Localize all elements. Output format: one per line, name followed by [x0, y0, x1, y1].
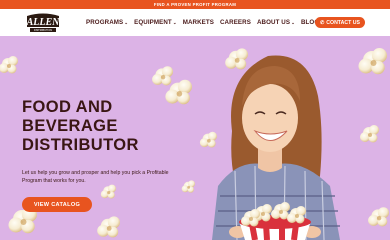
popcorn-kernel: [0, 56, 18, 74]
nav-links: PROGRAMS ⌄ EQUIPMENT ⌄ MARKETS CAREERS A…: [86, 9, 323, 36]
announcement-text[interactable]: FIND A PROVEN PROFIT PROGRAM: [154, 2, 236, 7]
chevron-down-icon: ⌄: [291, 19, 295, 25]
popcorn-kernel: [100, 184, 116, 199]
headline-line: BEVERAGE: [22, 117, 118, 135]
phone-icon: ✆: [320, 19, 325, 26]
nav-markets[interactable]: MARKETS: [183, 19, 214, 26]
headline-line: FOOD AND: [22, 98, 113, 116]
popcorn-kernel: [97, 216, 120, 238]
nav-about-us-label: ABOUT US: [256, 19, 291, 26]
hero-subtext: Let us help you grow and prosper and hel…: [22, 170, 169, 184]
chevron-down-icon: ⌄: [172, 19, 177, 25]
girl-photo: [212, 55, 340, 240]
popcorn-kernel: [358, 48, 387, 75]
nav-equipment-label: EQUIPMENT: [134, 19, 172, 26]
popcorn-kernel: [152, 66, 173, 86]
nav-programs-label: PROGRAMS: [86, 19, 124, 26]
allen-logo[interactable]: ALLEN DISTRIBUTION: [24, 12, 62, 34]
popcorn-kernel: [360, 125, 379, 143]
nav-markets-label: MARKETS: [182, 19, 214, 26]
contact-us-button[interactable]: ✆ CONTACT US: [315, 17, 365, 28]
nav-careers-label: CAREERS: [219, 19, 251, 26]
hero-headline: FOOD AND BEVERAGE DISTRIBUTOR: [22, 98, 182, 155]
popcorn-kernel: [181, 180, 195, 193]
logo-subtext: DISTRIBUTION: [34, 28, 52, 32]
announcement-bar[interactable]: FIND A PROVEN PROFIT PROGRAM: [0, 0, 390, 9]
chevron-down-icon: ⌄: [124, 19, 129, 25]
popcorn-kernel: [225, 48, 248, 70]
headline-line: DISTRIBUTOR: [22, 136, 139, 154]
hero-section: FOOD AND BEVERAGE DISTRIBUTOR Let us hel…: [0, 36, 390, 240]
contact-us-label: CONTACT US: [326, 19, 360, 26]
logo-wordmark: ALLEN: [26, 17, 61, 28]
nav-careers[interactable]: CAREERS: [220, 19, 251, 26]
main-navigation: ALLEN DISTRIBUTION PROGRAMS ⌄ EQUIPMENT …: [0, 9, 390, 36]
nav-about-us[interactable]: ABOUT US ⌄: [257, 19, 295, 26]
nav-equipment[interactable]: EQUIPMENT ⌄: [134, 19, 177, 26]
popcorn-kernel: [368, 207, 389, 227]
nav-programs[interactable]: PROGRAMS ⌄: [86, 19, 128, 26]
popcorn-kernel: [199, 131, 217, 148]
view-catalog-button[interactable]: VIEW CATALOG: [22, 197, 92, 212]
